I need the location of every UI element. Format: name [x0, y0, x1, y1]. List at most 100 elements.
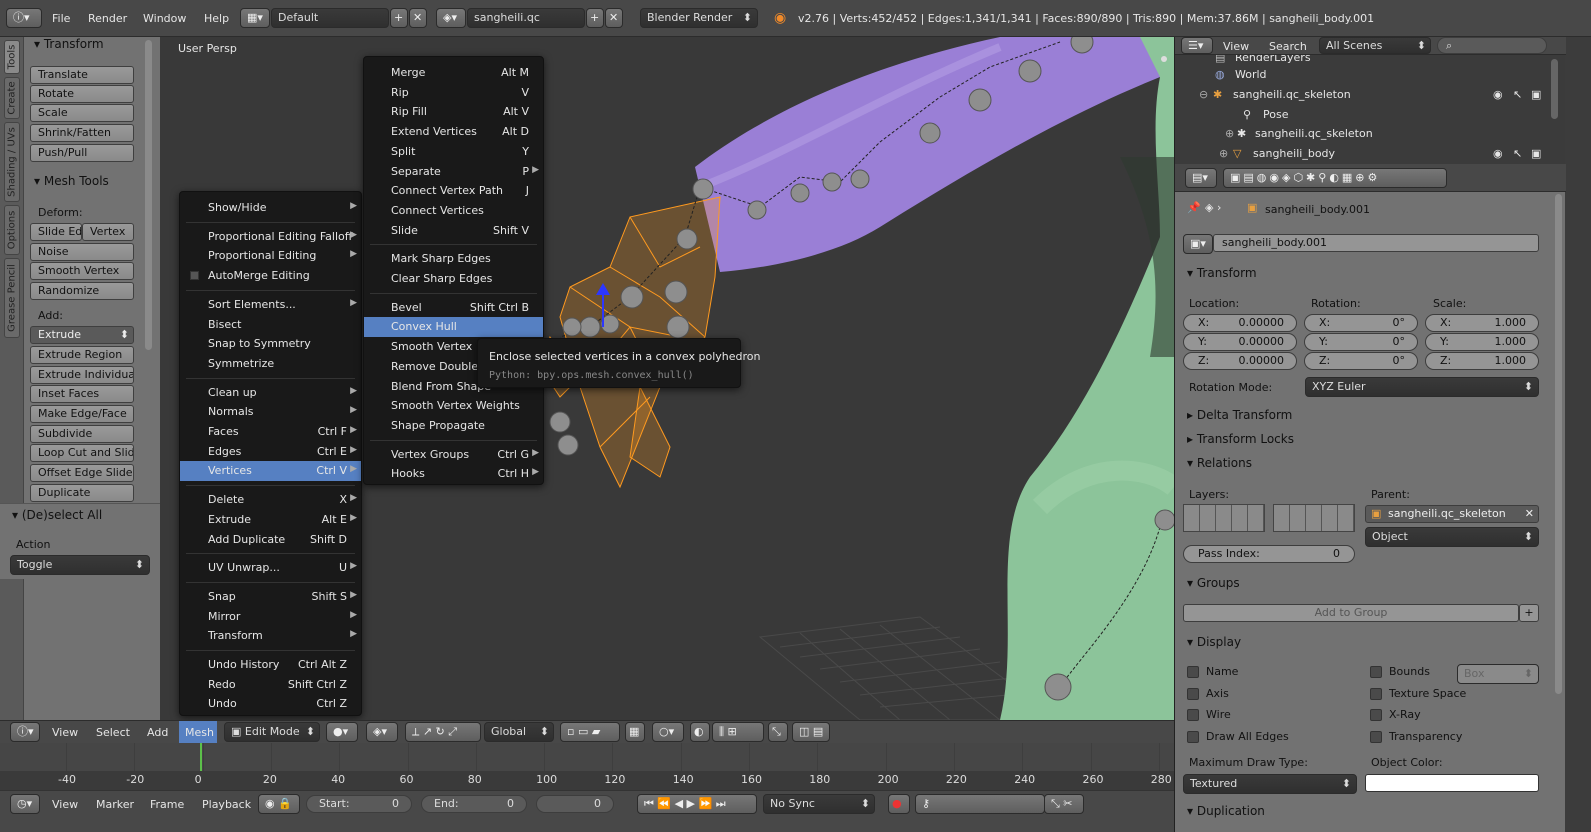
deselect-panel-header[interactable]: ▾ (De)select All: [12, 508, 102, 522]
scale-y-field[interactable]: Y: 1.000: [1425, 333, 1539, 351]
menu-item[interactable]: Transform ▶: [180, 626, 361, 646]
tl-menu-playback[interactable]: Playback: [202, 798, 251, 811]
randomize-button[interactable]: Randomize: [30, 282, 134, 300]
outliner-search-field[interactable]: ⌕: [1437, 37, 1547, 54]
pass-index-field[interactable]: Pass Index: 0: [1183, 545, 1355, 563]
delta-transform-header[interactable]: ▸ Delta Transform: [1187, 408, 1292, 422]
menu-item[interactable]: Split Y: [364, 142, 543, 162]
outliner-menu-view[interactable]: View: [1223, 40, 1249, 53]
make-edge-face-button[interactable]: Make Edge/Face: [30, 405, 134, 423]
properties-scrollbar[interactable]: [1555, 194, 1562, 694]
parent-field[interactable]: ▣ sangheili.qc_skeleton ✕: [1365, 505, 1539, 523]
menu-item[interactable]: Hooks Ctrl H ▶: [364, 464, 543, 484]
start-frame-field[interactable]: Start: 0: [306, 795, 412, 813]
render-engine-select[interactable]: Blender Render ⬍: [640, 8, 758, 28]
render-buttons[interactable]: ◫ ▤: [792, 722, 830, 742]
extrude-select[interactable]: Extrude ⬍: [30, 326, 134, 344]
bounds-type-select[interactable]: Box ⬍: [1457, 664, 1539, 684]
inset-faces-button[interactable]: Inset Faces: [30, 385, 134, 403]
menu-item[interactable]: Faces Ctrl F ▶: [180, 422, 361, 442]
checkbox[interactable]: [1187, 709, 1199, 722]
tool-shelf-scrollbar[interactable]: [145, 40, 152, 350]
menu-item[interactable]: Connect Vertices: [364, 201, 543, 221]
tl-menu-frame[interactable]: Frame: [150, 798, 184, 811]
menu-view[interactable]: View: [52, 726, 78, 739]
location-z-field[interactable]: Z: 0.00000: [1183, 352, 1297, 370]
proportional-select[interactable]: ○▾: [652, 722, 684, 742]
menu-item[interactable]: Sort Elements... ▶: [180, 295, 361, 315]
checkbox[interactable]: [1187, 687, 1199, 700]
menu-item[interactable]: Extrude Alt E ▶: [180, 510, 361, 530]
translate-button[interactable]: Translate: [30, 66, 134, 84]
menu-mesh[interactable]: Mesh: [179, 721, 217, 743]
menu-item[interactable]: Snap Shift S ▶: [180, 587, 361, 607]
menu-window[interactable]: Window: [143, 12, 186, 25]
tab-grease-pencil[interactable]: Grease Pencil: [4, 258, 20, 338]
add-group-icon[interactable]: +: [1519, 604, 1539, 622]
occlude-icon[interactable]: ▦: [625, 722, 645, 742]
end-frame-field[interactable]: End: 0: [421, 795, 527, 813]
expand-icon[interactable]: ⊕: [1225, 127, 1234, 140]
keying-set-field[interactable]: ⚷: [915, 794, 1045, 814]
menu-item[interactable]: UV Unwrap... U ▶: [180, 558, 361, 578]
menu-item[interactable]: Slide Shift V: [364, 221, 543, 241]
render-camera-icon[interactable]: ▣: [1531, 147, 1541, 160]
max-draw-select[interactable]: Textured ⬍: [1183, 774, 1357, 794]
action-select[interactable]: Toggle ⬍: [10, 555, 150, 575]
menu-add[interactable]: Add: [147, 726, 168, 739]
context-tabs[interactable]: ▣▤◍◉◈⬡✱⚲◐▦⊕⚙: [1223, 168, 1447, 188]
tl-menu-marker[interactable]: Marker: [96, 798, 134, 811]
editor-type-button[interactable]: ⓘ▾: [10, 722, 40, 742]
menu-item[interactable]: Undo Ctrl Z: [180, 694, 361, 714]
menu-render[interactable]: Render: [88, 12, 127, 25]
menu-item[interactable]: Mark Sharp Edges: [364, 249, 543, 269]
object-color-swatch[interactable]: [1365, 774, 1539, 792]
rotation-z-field[interactable]: Z: 0°: [1304, 352, 1418, 370]
scale-x-field[interactable]: X: 1.000: [1425, 314, 1539, 332]
remove-layout-icon[interactable]: ✕: [409, 8, 427, 28]
menu-item[interactable]: Bevel Shift Ctrl B: [364, 298, 543, 318]
menu-item[interactable]: Connect Vertex Path J: [364, 181, 543, 201]
orientation-select[interactable]: Global ⬍: [484, 722, 554, 742]
tab-shading-uvs[interactable]: Shading / UVs: [4, 122, 20, 202]
menu-help[interactable]: Help: [204, 12, 229, 25]
menu-item[interactable]: Snap to Symmetry: [180, 334, 361, 354]
menu-item[interactable]: Extend Vertices Alt D: [364, 122, 543, 142]
scale-button[interactable]: Scale: [30, 104, 134, 122]
scale-z-field[interactable]: Z: 1.000: [1425, 352, 1539, 370]
menu-item[interactable]: Smooth Vertex Weights: [364, 396, 543, 416]
display-mode-select[interactable]: All Scenes ⬍: [1319, 37, 1431, 54]
object-browse-button[interactable]: ▣▾: [1183, 234, 1213, 254]
scene-icon-button[interactable]: ◈▾: [436, 8, 466, 28]
menu-item[interactable]: Normals ▶: [180, 402, 361, 422]
add-layout-icon[interactable]: +: [390, 8, 408, 28]
record-icon[interactable]: ●: [888, 794, 910, 814]
menu-item[interactable]: Vertices Ctrl V ▶: [180, 461, 361, 482]
push-pull-button[interactable]: Push/Pull: [30, 144, 134, 162]
menu-item[interactable]: Delete X ▶: [180, 490, 361, 510]
layout-field[interactable]: Default: [271, 8, 389, 28]
add-to-group-button[interactable]: Add to Group: [1183, 604, 1519, 622]
groups-header[interactable]: ▾ Groups: [1187, 576, 1240, 590]
keyframe-buttons[interactable]: ⤡ ✂: [1044, 794, 1084, 814]
smooth-vertex-button[interactable]: Smooth Vertex: [30, 262, 134, 280]
menu-item[interactable]: Add Duplicate Shift D: [180, 530, 361, 550]
rotation-y-field[interactable]: Y: 0°: [1304, 333, 1418, 351]
editor-type-button[interactable]: ⓘ▾: [6, 8, 42, 28]
tab-create[interactable]: Create: [4, 77, 20, 119]
layout-icon-button[interactable]: ▦▾: [240, 8, 270, 28]
shading-select[interactable]: ●▾: [326, 722, 358, 742]
menu-item[interactable]: Edges Ctrl E ▶: [180, 442, 361, 462]
rotation-x-field[interactable]: X: 0°: [1304, 314, 1418, 332]
render-camera-icon[interactable]: ▣: [1531, 88, 1541, 101]
menu-item[interactable]: Proportional Editing ▶: [180, 246, 361, 266]
shrink-fatten-button[interactable]: Shrink/Fatten: [30, 124, 134, 142]
checkbox[interactable]: [1187, 731, 1199, 744]
mirror-icon[interactable]: ◐: [690, 722, 710, 742]
tab-tools[interactable]: Tools: [4, 40, 20, 74]
checkbox[interactable]: [1187, 666, 1199, 678]
checkbox[interactable]: [1370, 731, 1382, 744]
mode-select[interactable]: ▣ Edit Mode ⬍: [224, 722, 320, 742]
editor-type-button[interactable]: ▤▾: [1185, 168, 1217, 188]
transform-panel-header[interactable]: ▾ Transform: [1187, 266, 1257, 280]
